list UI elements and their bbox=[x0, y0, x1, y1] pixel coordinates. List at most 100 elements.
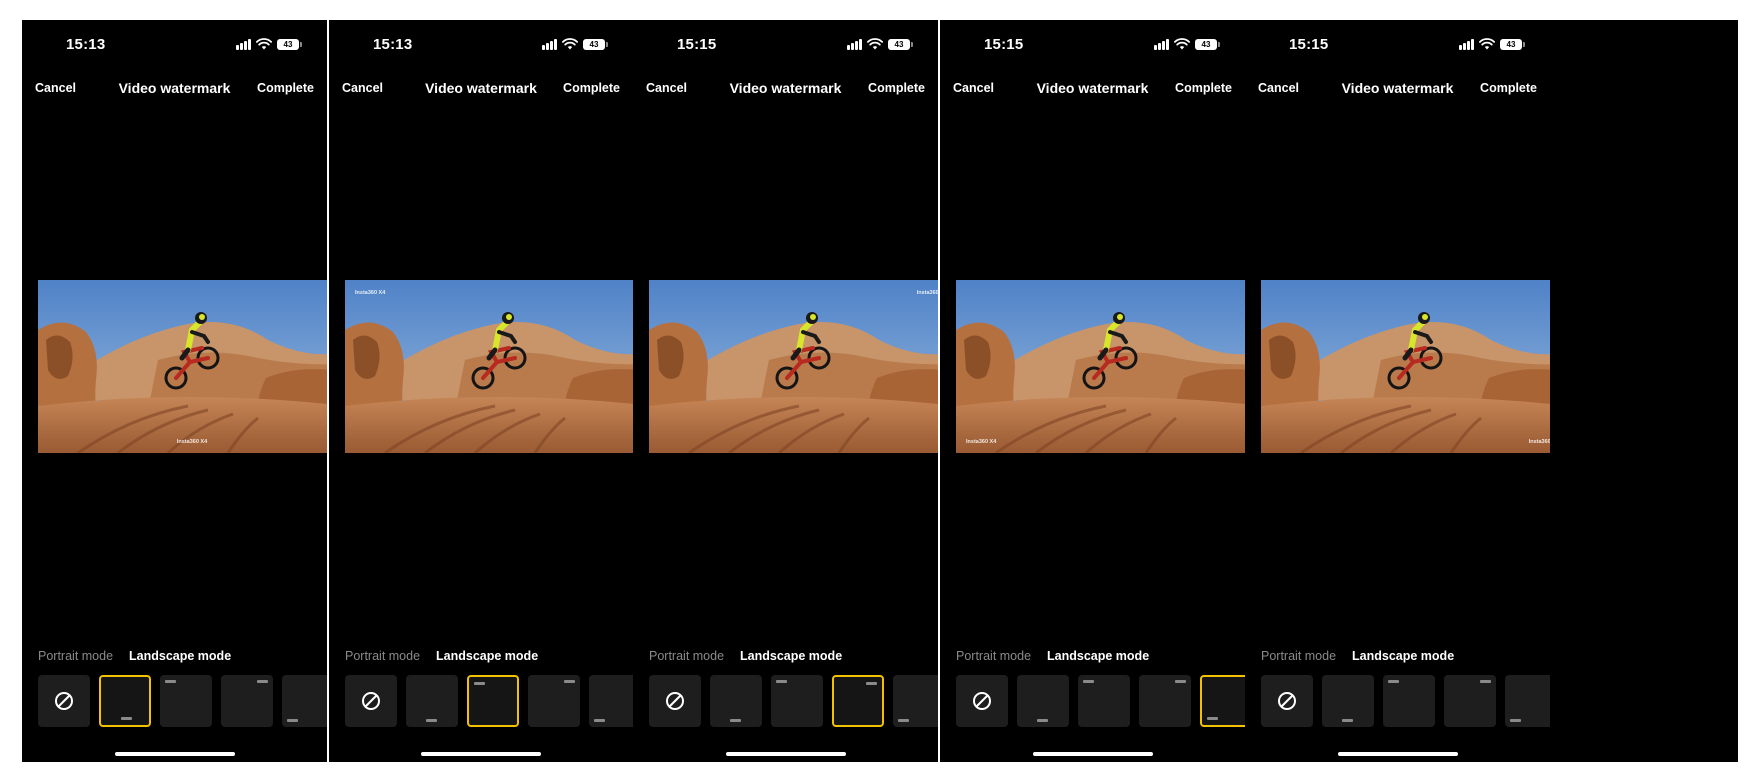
option-no-watermark[interactable] bbox=[38, 675, 90, 727]
option-bottom-center[interactable] bbox=[1017, 675, 1069, 727]
tab-landscape-mode[interactable]: Landscape mode bbox=[1352, 649, 1454, 663]
option-no-watermark[interactable] bbox=[345, 675, 397, 727]
position-marker bbox=[1480, 680, 1491, 683]
position-marker bbox=[594, 719, 605, 722]
mode-tabs: Portrait mode Landscape mode bbox=[956, 649, 1149, 663]
complete-button[interactable]: Complete bbox=[563, 81, 620, 95]
tab-portrait-mode[interactable]: Portrait mode bbox=[649, 649, 724, 663]
mode-tabs: Portrait mode Landscape mode bbox=[345, 649, 538, 663]
tab-portrait-mode[interactable]: Portrait mode bbox=[1261, 649, 1336, 663]
no-watermark-icon bbox=[666, 692, 684, 710]
option-top-right[interactable] bbox=[528, 675, 580, 727]
status-icons: 43 bbox=[236, 38, 302, 50]
phone-screen-4: 15:15 43 Cancel Video watermark Complete… bbox=[940, 20, 1245, 762]
watermark-label: Insta360 X4 bbox=[176, 439, 208, 445]
status-icons: 43 bbox=[1154, 38, 1220, 50]
home-indicator bbox=[1032, 752, 1153, 756]
option-top-left[interactable] bbox=[771, 675, 823, 727]
cancel-button[interactable]: Cancel bbox=[35, 81, 76, 95]
option-top-left[interactable] bbox=[1383, 675, 1435, 727]
desert-motocross-photo bbox=[38, 280, 327, 453]
mode-tabs: Portrait mode Landscape mode bbox=[1261, 649, 1454, 663]
watermark-position-options bbox=[345, 675, 633, 727]
tab-landscape-mode[interactable]: Landscape mode bbox=[740, 649, 842, 663]
tab-landscape-mode[interactable]: Landscape mode bbox=[1047, 649, 1149, 663]
position-marker bbox=[898, 719, 909, 722]
status-time: 15:15 bbox=[984, 36, 1024, 53]
home-indicator bbox=[114, 752, 235, 756]
option-top-left[interactable] bbox=[1078, 675, 1130, 727]
phone-screen-2: 15:13 43 Cancel Video watermark Complete… bbox=[329, 20, 633, 762]
signal-bars-icon bbox=[542, 38, 557, 50]
mode-tabs: Portrait mode Landscape mode bbox=[38, 649, 231, 663]
option-top-right[interactable] bbox=[1444, 675, 1496, 727]
video-preview: Insta360 X4 bbox=[345, 280, 633, 453]
home-indicator bbox=[725, 752, 846, 756]
desert-motocross-photo bbox=[1261, 280, 1550, 453]
battery-icon: 43 bbox=[583, 38, 608, 50]
position-marker bbox=[474, 682, 485, 685]
video-preview: Insta360 X4 bbox=[1261, 280, 1550, 453]
battery-icon: 43 bbox=[888, 38, 913, 50]
option-bottom-left[interactable] bbox=[1505, 675, 1550, 727]
option-bottom-center[interactable] bbox=[710, 675, 762, 727]
option-no-watermark[interactable] bbox=[649, 675, 701, 727]
option-bottom-left[interactable] bbox=[589, 675, 633, 727]
video-preview: Insta360 X4 bbox=[649, 280, 938, 453]
watermark-position-options bbox=[1261, 675, 1550, 727]
position-marker bbox=[776, 680, 787, 683]
watermark-label: Insta360 X4 bbox=[966, 439, 997, 445]
complete-button[interactable]: Complete bbox=[257, 81, 314, 95]
signal-bars-icon bbox=[1154, 38, 1169, 50]
cancel-button[interactable]: Cancel bbox=[342, 81, 383, 95]
signal-bars-icon bbox=[847, 38, 862, 50]
status-time: 15:15 bbox=[677, 36, 717, 53]
desert-motocross-photo bbox=[649, 280, 938, 453]
option-bottom-center[interactable] bbox=[99, 675, 151, 727]
option-bottom-left[interactable] bbox=[893, 675, 938, 727]
tab-portrait-mode[interactable]: Portrait mode bbox=[956, 649, 1031, 663]
no-watermark-icon bbox=[362, 692, 380, 710]
option-top-right[interactable] bbox=[221, 675, 273, 727]
tab-landscape-mode[interactable]: Landscape mode bbox=[436, 649, 538, 663]
video-preview: Insta360 X4 bbox=[38, 280, 327, 453]
position-marker bbox=[121, 717, 132, 720]
wifi-icon bbox=[256, 38, 272, 50]
complete-button[interactable]: Complete bbox=[1480, 81, 1537, 95]
cancel-button[interactable]: Cancel bbox=[1258, 81, 1299, 95]
position-marker bbox=[426, 719, 437, 722]
wifi-icon bbox=[1479, 38, 1495, 50]
option-top-left[interactable] bbox=[160, 675, 212, 727]
status-icons: 43 bbox=[542, 38, 608, 50]
option-bottom-left[interactable] bbox=[1200, 675, 1245, 727]
phone-screen-5: 15:15 43 Cancel Video watermark Complete… bbox=[1245, 20, 1550, 762]
tab-portrait-mode[interactable]: Portrait mode bbox=[38, 649, 113, 663]
option-top-right[interactable] bbox=[832, 675, 884, 727]
option-bottom-center[interactable] bbox=[406, 675, 458, 727]
tab-portrait-mode[interactable]: Portrait mode bbox=[345, 649, 420, 663]
wifi-icon bbox=[562, 38, 578, 50]
option-top-right[interactable] bbox=[1139, 675, 1191, 727]
option-bottom-left[interactable] bbox=[282, 675, 327, 727]
complete-button[interactable]: Complete bbox=[1175, 81, 1232, 95]
position-marker bbox=[866, 682, 877, 685]
watermark-label: Insta360 X4 bbox=[355, 290, 386, 296]
desert-motocross-photo bbox=[956, 280, 1245, 453]
screenshot-strip: 15:13 43 Cancel Video watermark Complete… bbox=[22, 20, 1738, 762]
status-icons: 43 bbox=[1459, 38, 1525, 50]
position-marker bbox=[1207, 717, 1218, 720]
position-marker bbox=[1388, 680, 1399, 683]
cancel-button[interactable]: Cancel bbox=[953, 81, 994, 95]
signal-bars-icon bbox=[236, 38, 251, 50]
battery-icon: 43 bbox=[277, 38, 302, 50]
wifi-icon bbox=[1174, 38, 1190, 50]
option-no-watermark[interactable] bbox=[956, 675, 1008, 727]
option-top-left[interactable] bbox=[467, 675, 519, 727]
option-bottom-center[interactable] bbox=[1322, 675, 1374, 727]
option-no-watermark[interactable] bbox=[1261, 675, 1313, 727]
cancel-button[interactable]: Cancel bbox=[646, 81, 687, 95]
tab-landscape-mode[interactable]: Landscape mode bbox=[129, 649, 231, 663]
complete-button[interactable]: Complete bbox=[868, 81, 925, 95]
position-marker bbox=[287, 719, 298, 722]
no-watermark-icon bbox=[973, 692, 991, 710]
